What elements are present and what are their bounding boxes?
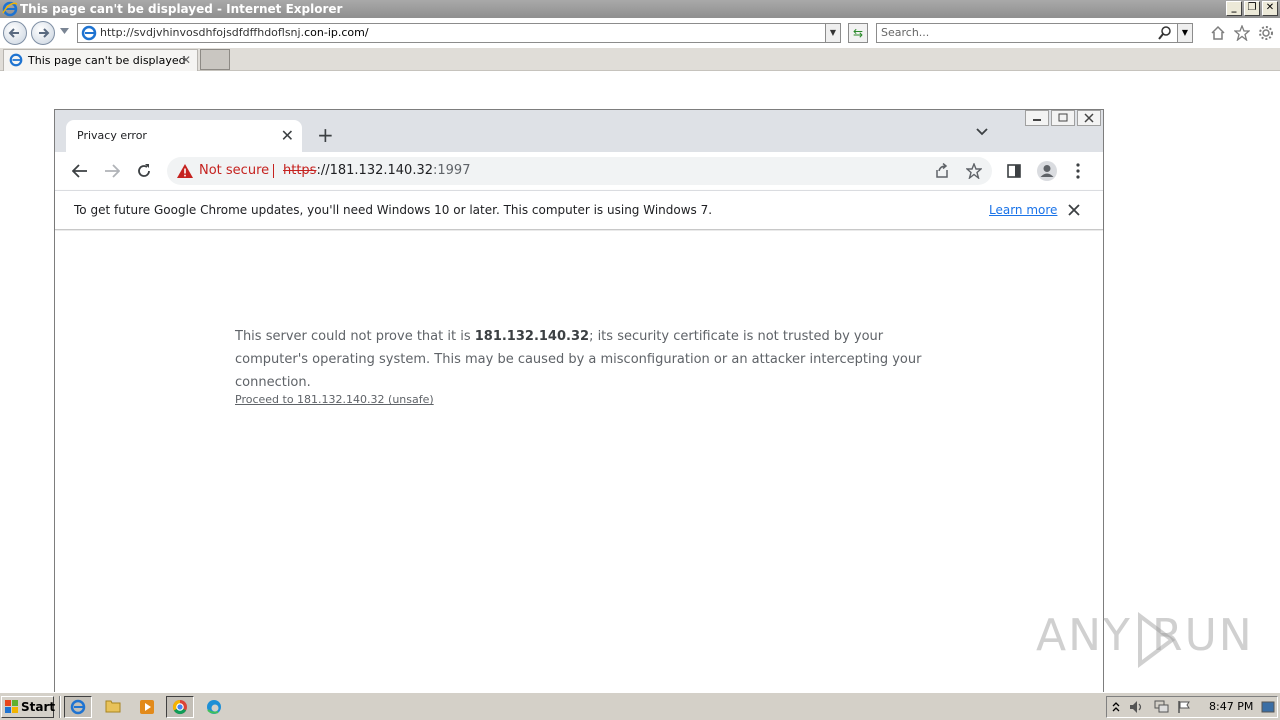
error-host: 181.132.140.32 — [474, 329, 590, 344]
ie-search-box[interactable]: Search... ▼ — [876, 23, 1193, 43]
url-separator: :// — [316, 163, 330, 178]
windows-flag-icon — [5, 700, 18, 713]
tools-gear-icon[interactable] — [1258, 25, 1274, 41]
ie-tab-strip: This page can't be displayed ✕ — [0, 48, 1280, 71]
chrome-reload-icon[interactable] — [136, 163, 152, 179]
menu-kebab-icon[interactable] — [1076, 163, 1080, 179]
search-icon[interactable] — [1158, 25, 1172, 41]
minimize-button[interactable]: _ — [1226, 1, 1242, 16]
start-button[interactable]: Start — [1, 696, 56, 718]
not-secure-label[interactable]: Not secure — [199, 157, 269, 185]
url-scheme: https — [283, 163, 317, 178]
restore-button[interactable]: ❐ — [1244, 1, 1260, 16]
side-panel-icon[interactable] — [1007, 164, 1021, 178]
anyrun-watermark: ANY RUN — [1036, 610, 1252, 670]
address-host: con-ip.com/ — [304, 26, 369, 39]
watermark-left-text: ANY — [1036, 610, 1132, 661]
learn-more-link[interactable]: Learn more — [989, 191, 1057, 229]
home-icon[interactable] — [1210, 25, 1226, 41]
ie-navigation-bar: http://svdjvhinvosdhfojsdfdffhdoflsnj.co… — [0, 18, 1280, 48]
ie-tab-label: This page can't be displayed — [28, 54, 186, 67]
page-ie-icon — [81, 25, 97, 41]
tab-search-chevron-icon[interactable] — [976, 128, 988, 136]
chrome-window: Privacy error ✕ + Not secure https://181… — [54, 109, 1104, 699]
address-dropdown-button[interactable]: ▼ — [825, 24, 840, 42]
error-text-before: This server could not prove that it is — [235, 329, 475, 344]
bookmark-star-icon[interactable] — [966, 163, 982, 179]
windows-taskbar: Start 8:47 PM — [0, 692, 1280, 720]
back-arrow-icon — [8, 28, 19, 38]
system-tray: 8:47 PM — [1106, 696, 1278, 718]
page-content: This server could not prove that it is 1… — [55, 231, 1103, 698]
infobar-close-icon[interactable] — [1068, 204, 1080, 216]
chrome-restore-button[interactable] — [1051, 110, 1075, 126]
ie-logo-icon — [2, 1, 18, 17]
tab-ie-icon — [9, 53, 23, 67]
omnibox-separator — [273, 164, 274, 178]
search-placeholder: Search... — [881, 26, 930, 39]
chrome-forward-icon[interactable] — [104, 164, 120, 178]
forward-button[interactable] — [31, 21, 55, 45]
taskbar-edge-button[interactable] — [200, 696, 228, 718]
show-desktop-icon[interactable] — [1261, 700, 1275, 714]
error-message: This server could not prove that it is 1… — [235, 325, 935, 394]
compatibility-refresh-button[interactable]: ⇆ — [848, 23, 868, 43]
omnibox-url[interactable]: https://181.132.140.32:1997 — [283, 157, 470, 185]
favorites-star-icon[interactable] — [1234, 25, 1250, 41]
warning-triangle-icon[interactable] — [177, 164, 193, 178]
url-host: 181.132.140.32 — [329, 163, 433, 178]
internet-explorer-icon — [70, 699, 86, 715]
url-port: :1997 — [433, 163, 471, 178]
close-button[interactable]: ✕ — [1262, 1, 1278, 16]
infobar-message: To get future Google Chrome updates, you… — [74, 203, 713, 217]
window-title: This page can't be displayed - Internet … — [20, 2, 343, 16]
chrome-tab-privacy-error[interactable]: Privacy error ✕ — [66, 120, 302, 152]
taskbar-explorer-button[interactable] — [99, 696, 127, 718]
proceed-unsafe-link[interactable]: Proceed to 181.132.140.32 (unsafe) — [235, 393, 434, 406]
chrome-tab-title: Privacy error — [77, 129, 147, 142]
chrome-toolbar: Not secure https://181.132.140.32:1997 — [55, 152, 1103, 190]
profile-avatar-icon[interactable] — [1036, 160, 1058, 182]
action-center-flag-icon[interactable] — [1177, 700, 1191, 714]
chrome-tab-strip: Privacy error ✕ + — [55, 110, 1103, 152]
volume-icon[interactable] — [1129, 700, 1145, 714]
taskbar-clock[interactable]: 8:47 PM — [1209, 697, 1253, 717]
taskbar-media-player-button[interactable] — [133, 696, 161, 718]
media-player-icon — [140, 700, 154, 714]
ie-tab-close-icon[interactable]: ✕ — [181, 50, 191, 71]
show-hidden-icons-icon[interactable] — [1112, 701, 1120, 713]
chrome-tab-close-icon[interactable]: ✕ — [281, 120, 294, 152]
share-icon[interactable] — [934, 163, 950, 179]
forward-arrow-icon — [39, 28, 50, 38]
watermark-right-text: RUN — [1152, 610, 1254, 661]
ie-address-bar[interactable]: http://svdjvhinvosdhfojsdfdffhdoflsnj.co… — [77, 23, 841, 43]
chrome-omnibox[interactable]: Not secure https://181.132.140.32:1997 — [167, 157, 992, 185]
history-dropdown-icon[interactable] — [60, 28, 69, 34]
search-dropdown-button[interactable]: ▼ — [1177, 24, 1192, 42]
folder-icon — [105, 700, 121, 713]
taskbar-ie-button[interactable] — [64, 696, 92, 718]
ie-new-tab-button[interactable] — [200, 49, 230, 70]
chrome-back-icon[interactable] — [72, 164, 88, 178]
back-button[interactable] — [3, 21, 27, 45]
network-icon[interactable] — [1153, 700, 1169, 714]
address-prefix: http://svdjvhinvosdhfojsdfdffhdoflsnj. — [100, 26, 305, 39]
start-label: Start — [21, 700, 56, 714]
taskbar-chrome-button[interactable] — [166, 696, 194, 718]
ie-tab-current[interactable]: This page can't be displayed ✕ — [3, 49, 198, 71]
chrome-minimize-button[interactable] — [1025, 110, 1049, 126]
chrome-new-tab-button[interactable]: + — [317, 124, 334, 146]
edge-icon — [207, 700, 221, 714]
update-infobar: To get future Google Chrome updates, you… — [55, 190, 1103, 230]
ie-title-bar: This page can't be displayed - Internet … — [0, 0, 1280, 18]
chrome-close-button[interactable] — [1077, 110, 1101, 126]
chrome-icon — [172, 699, 187, 715]
